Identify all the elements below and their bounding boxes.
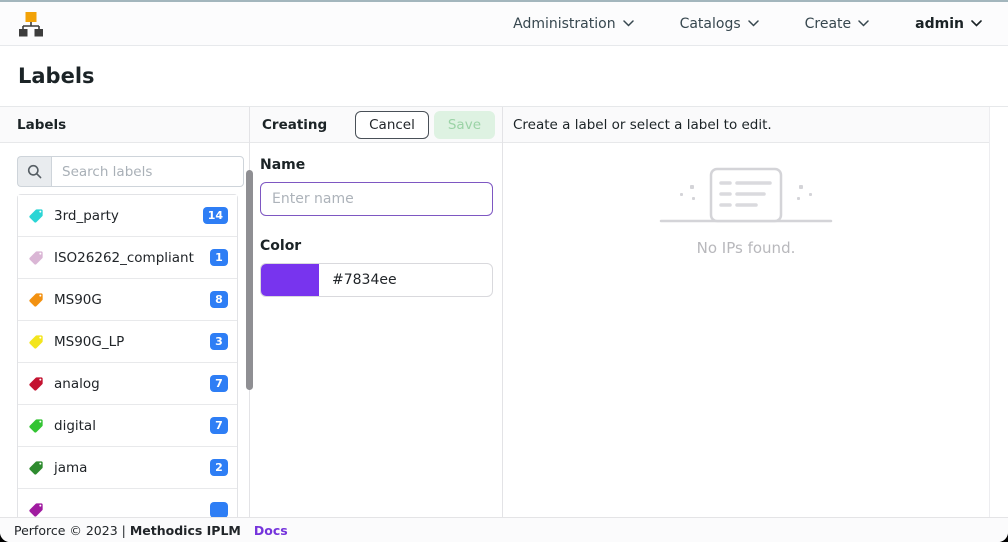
nav-create-label: Create [805, 16, 852, 32]
labels-panel-title: Labels [17, 117, 66, 133]
tag-icon [28, 502, 44, 517]
label-list-item[interactable]: 3rd_party 14 [18, 195, 237, 237]
nav-administration[interactable]: Administration [513, 16, 633, 32]
labels-list-panel: Labels [0, 107, 250, 517]
detail-header: Create a label or select a label to edit… [503, 107, 989, 143]
chevron-down-icon [971, 20, 982, 27]
tag-icon [28, 208, 44, 224]
chevron-down-icon [858, 20, 869, 27]
docs-link[interactable]: Docs [254, 523, 288, 538]
label-list-item[interactable]: ISO26262_compliant 1 [18, 237, 237, 279]
label-list-item[interactable]: MS90G_LP 3 [18, 321, 237, 363]
label-name: jama [54, 460, 87, 476]
label-count-badge: 1 [210, 249, 228, 266]
main-content: Labels [0, 107, 1008, 517]
nav-menu: Administration Catalogs Create admin [513, 16, 982, 32]
label-list-scrollbar[interactable] [246, 170, 253, 390]
footer: Perforce © 2023 | Methodics IPLM Docs [0, 517, 1008, 542]
chevron-down-icon [623, 20, 634, 27]
detail-header-text: Create a label or select a label to edit… [513, 117, 772, 133]
nav-administration-label: Administration [513, 16, 615, 32]
footer-brand: Methodics IPLM [130, 523, 241, 538]
color-field-label: Color [260, 238, 492, 254]
search-icon [27, 164, 42, 179]
label-name: analog [54, 376, 100, 392]
top-navbar: Administration Catalogs Create admin [0, 2, 1008, 46]
label-name: MS90G_LP [54, 334, 124, 350]
nav-catalogs-label: Catalogs [680, 16, 741, 32]
page-title-bar: Labels [0, 46, 1008, 107]
tag-icon [28, 460, 44, 476]
label-list-item[interactable] [18, 489, 237, 517]
label-count-badge [210, 502, 228, 517]
app-logo-hierarchy-icon[interactable] [18, 10, 44, 38]
color-swatch[interactable] [261, 264, 319, 296]
label-name: ISO26262_compliant [54, 250, 194, 266]
label-detail-panel: Create a label or select a label to edit… [503, 107, 990, 517]
nav-catalogs[interactable]: Catalogs [680, 16, 759, 32]
app-window: Administration Catalogs Create admin Lab… [0, 0, 1008, 542]
label-search-area [0, 143, 249, 194]
chevron-down-icon [748, 20, 759, 27]
tag-icon [28, 292, 44, 308]
label-list-item[interactable]: MS90G 8 [18, 279, 237, 321]
footer-copyright: Perforce © 2023 | [14, 523, 126, 538]
search-icon-box [17, 156, 51, 187]
tag-icon [28, 418, 44, 434]
page-title: Labels [18, 64, 95, 88]
no-ips-illustration-icon [606, 163, 886, 229]
tag-icon [28, 334, 44, 350]
label-name: 3rd_party [54, 208, 119, 224]
label-count-badge: 7 [210, 417, 228, 434]
tag-icon [28, 376, 44, 392]
label-count-badge: 3 [210, 333, 228, 350]
label-editor-panel: Creating Cancel Save Name Color #7834ee [250, 107, 503, 517]
empty-state-text: No IPs found. [697, 239, 796, 257]
save-button[interactable]: Save [434, 111, 495, 139]
label-search-group [17, 156, 244, 187]
color-picker-input[interactable]: #7834ee [260, 263, 493, 297]
label-list-item[interactable]: analog 7 [18, 363, 237, 405]
tag-icon [28, 250, 44, 266]
label-list-item[interactable]: jama 2 [18, 447, 237, 489]
label-name: digital [54, 418, 96, 434]
label-count-badge: 14 [203, 207, 228, 224]
nav-create[interactable]: Create [805, 16, 870, 32]
editor-header: Creating Cancel Save [250, 107, 502, 143]
cancel-button[interactable]: Cancel [355, 111, 429, 139]
right-gutter [990, 107, 1008, 517]
label-count-badge: 8 [210, 291, 228, 308]
name-input[interactable] [260, 182, 493, 216]
nav-user-label: admin [915, 16, 964, 32]
label-name: MS90G [54, 292, 102, 308]
editor-form: Name Color #7834ee [250, 143, 502, 311]
empty-state: No IPs found. [503, 163, 989, 257]
editor-mode-title: Creating [262, 117, 327, 133]
label-count-badge: 7 [210, 375, 228, 392]
labels-panel-header: Labels [0, 107, 249, 143]
editor-actions: Cancel Save [355, 111, 495, 139]
color-value-text: #7834ee [319, 272, 397, 288]
label-list: 3rd_party 14 ISO26262_compliant 1 [17, 194, 238, 517]
search-input[interactable] [51, 156, 244, 187]
name-field-label: Name [260, 157, 492, 173]
label-count-badge: 2 [210, 459, 228, 476]
nav-user-menu[interactable]: admin [915, 16, 982, 32]
label-list-item[interactable]: digital 7 [18, 405, 237, 447]
